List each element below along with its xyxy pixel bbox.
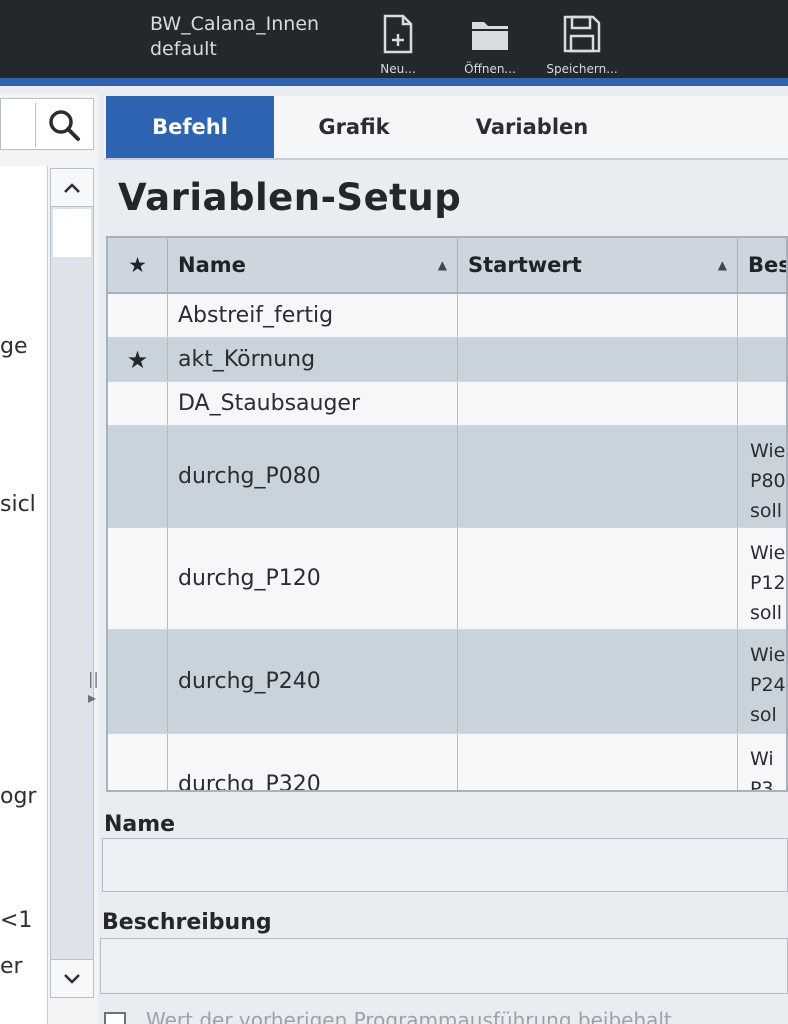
open-label: Öffnen... xyxy=(464,62,516,76)
favorite-star-icon[interactable] xyxy=(108,734,168,790)
variable-name: durchg_P080 xyxy=(168,426,458,527)
table-header: ★ Name ▲ Startwert ▲ Bes xyxy=(108,238,786,294)
favorite-star-icon[interactable] xyxy=(108,630,168,733)
variable-description xyxy=(738,294,786,337)
tab-variablen[interactable]: Variablen xyxy=(442,96,622,158)
project-info: BW_Calana_Innen default xyxy=(150,12,319,62)
variable-description: Wie P80 soll xyxy=(738,426,786,527)
project-config: default xyxy=(150,38,217,60)
toolbar-accent-line xyxy=(0,78,788,86)
open-button[interactable]: Öffnen... xyxy=(450,14,530,80)
table-row[interactable]: durchg_P240 Wie P24 sol xyxy=(108,630,786,734)
column-header-name[interactable]: Name ▲ xyxy=(168,238,458,292)
column-header-name-label: Name xyxy=(178,253,246,277)
chevron-down-icon xyxy=(64,973,80,984)
table-row[interactable]: durchg_P120 Wie P12 soll xyxy=(108,528,786,630)
chevron-up-icon xyxy=(64,182,80,193)
variable-name: durchg_P120 xyxy=(168,528,458,629)
variable-startwert xyxy=(458,338,738,381)
favorite-star-icon[interactable] xyxy=(108,294,168,337)
scroll-down-button[interactable] xyxy=(51,959,93,997)
table-row[interactable]: DA_Staubsauger xyxy=(108,382,786,426)
variable-name: durchg_P320 xyxy=(168,734,458,790)
variable-startwert xyxy=(458,426,738,527)
variable-description: Wi P3 xyxy=(738,734,786,790)
favorite-star-icon[interactable] xyxy=(108,528,168,629)
folder-icon xyxy=(472,22,508,50)
top-toolbar: BW_Calana_Innen default Neu... Öffnen...… xyxy=(0,0,788,86)
table-row[interactable]: durchg_P320 Wi P3 xyxy=(108,734,786,790)
favorite-star-icon[interactable] xyxy=(108,426,168,527)
list-item[interactable]: <1 xyxy=(0,908,32,933)
variable-startwert xyxy=(458,734,738,790)
name-label: Name xyxy=(104,812,176,837)
variable-name: akt_Körnung xyxy=(168,338,458,381)
variable-description: Wie P12 soll xyxy=(738,528,786,629)
sort-arrow-icon: ▲ xyxy=(437,258,447,272)
variable-description xyxy=(738,338,786,381)
vertical-scrollbar[interactable] xyxy=(50,168,94,998)
list-item[interactable]: ogr xyxy=(0,784,36,809)
page-title: Variablen-Setup xyxy=(118,176,462,219)
project-name: BW_Calana_Innen xyxy=(150,13,320,35)
table-row[interactable]: ★ akt_Körnung xyxy=(108,338,786,382)
splitter-handle-icon[interactable]: ||▸ xyxy=(88,669,99,707)
column-header-beschreibung[interactable]: Bes xyxy=(738,238,786,292)
list-item[interactable]: sicl xyxy=(0,492,36,517)
column-header-favorite[interactable]: ★ xyxy=(108,238,168,292)
variable-startwert xyxy=(458,294,738,337)
scroll-thumb[interactable] xyxy=(53,209,91,257)
save-label: Speichern... xyxy=(546,62,618,76)
tab-grafik[interactable]: Grafik xyxy=(274,96,434,158)
variable-description xyxy=(738,382,786,425)
tab-bar: Befehl Grafik Variablen xyxy=(104,96,788,160)
variable-startwert xyxy=(458,528,738,629)
list-item[interactable]: ge xyxy=(0,334,28,359)
tab-befehl[interactable]: Befehl xyxy=(106,96,274,158)
sort-arrow-icon: ▲ xyxy=(717,258,727,272)
new-label: Neu... xyxy=(380,62,416,76)
left-panel: ge sicl ogr <1 er ||▸ xyxy=(0,94,99,1024)
new-file-icon xyxy=(383,14,413,54)
description-field[interactable] xyxy=(100,938,788,994)
variable-name: DA_Staubsauger xyxy=(168,382,458,425)
variables-table: ★ Name ▲ Startwert ▲ Bes Abstreif_fertig… xyxy=(106,236,788,792)
keep-value-checkbox[interactable] xyxy=(104,1012,126,1024)
save-button[interactable]: Speichern... xyxy=(542,14,622,80)
command-list[interactable]: ge sicl ogr <1 er xyxy=(0,166,48,1024)
table-row[interactable]: Abstreif_fertig xyxy=(108,294,786,338)
search-field[interactable] xyxy=(0,98,94,150)
favorite-star-icon[interactable]: ★ xyxy=(108,338,168,381)
keep-value-label: Wert der vorherigen Programmausführung b… xyxy=(146,1008,672,1024)
favorite-star-icon[interactable] xyxy=(108,382,168,425)
variable-name: durchg_P240 xyxy=(168,630,458,733)
table-row[interactable]: durchg_P080 Wie P80 soll xyxy=(108,426,786,528)
search-button[interactable] xyxy=(35,103,91,147)
scroll-up-button[interactable] xyxy=(51,169,93,207)
variable-description: Wie P24 sol xyxy=(738,630,786,733)
column-header-startwert-label: Startwert xyxy=(468,253,582,277)
variable-startwert xyxy=(458,630,738,733)
name-field[interactable] xyxy=(102,838,788,892)
description-label: Beschreibung xyxy=(102,910,272,935)
list-item[interactable]: er xyxy=(0,954,23,979)
new-button[interactable]: Neu... xyxy=(358,14,438,80)
column-header-startwert[interactable]: Startwert ▲ xyxy=(458,238,738,292)
search-icon xyxy=(48,110,80,141)
variable-startwert xyxy=(458,382,738,425)
floppy-disk-icon xyxy=(563,15,601,53)
variable-name: Abstreif_fertig xyxy=(168,294,458,337)
